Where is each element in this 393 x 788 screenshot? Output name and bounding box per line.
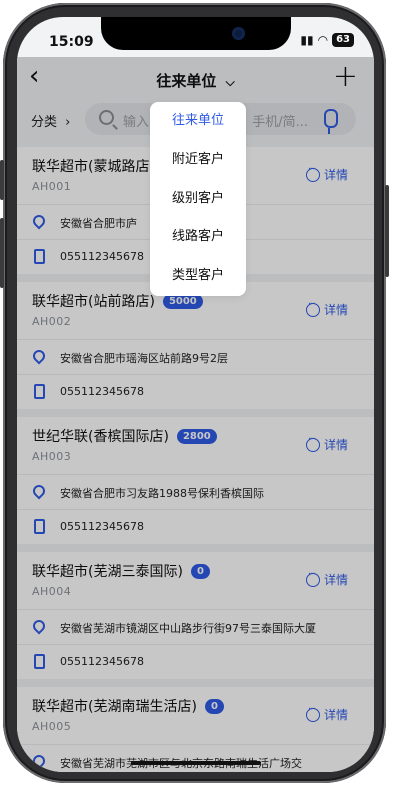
screen: 15:09 ▮▮ ◠ 63 ‹ 往来单位 ⌵ + 分类 › 输入 手机/简...	[17, 17, 374, 772]
side-button-left-2	[0, 218, 4, 288]
side-button-left	[0, 160, 4, 200]
dropdown-menu: 往来单位 附近客户 级别客户 线路客户 类型客户	[150, 102, 246, 296]
menu-item-route[interactable]: 线路客户	[150, 218, 246, 257]
signal-icon: ▮▮	[300, 33, 314, 47]
status-icons: ▮▮ ◠ 63	[300, 33, 354, 47]
home-indicator[interactable]	[131, 761, 261, 765]
notch	[101, 17, 291, 50]
camera-icon	[232, 27, 245, 40]
status-time: 15:09	[49, 34, 94, 50]
menu-item-counterparty[interactable]: 往来单位	[150, 102, 246, 141]
menu-item-type[interactable]: 类型客户	[150, 257, 246, 296]
menu-item-nearby[interactable]: 附近客户	[150, 141, 246, 180]
menu-item-level[interactable]: 级别客户	[150, 180, 246, 219]
wifi-icon: ◠	[317, 33, 329, 47]
battery-icon: 63	[332, 33, 354, 47]
side-button-right	[385, 185, 389, 277]
